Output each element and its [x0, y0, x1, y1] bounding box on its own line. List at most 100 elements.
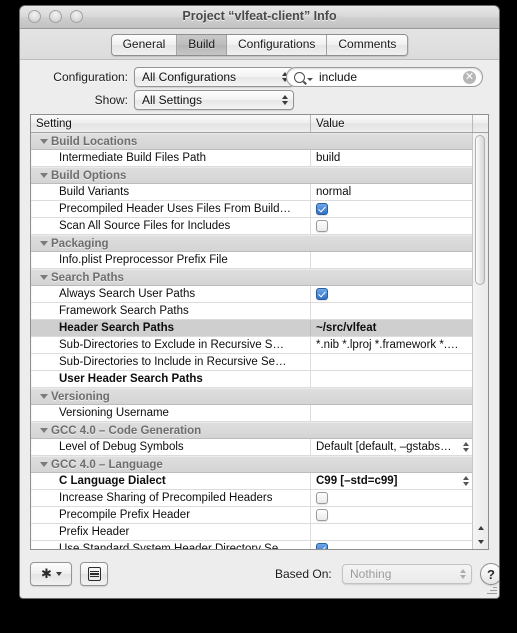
setting-value-text: Default [default, –gstabs…: [316, 441, 452, 453]
resize-grip[interactable]: [485, 584, 497, 596]
setting-name-cell: Precompile Prefix Header: [31, 507, 311, 523]
setting-value-text: normal: [316, 186, 352, 198]
setting-value-cell[interactable]: [311, 507, 473, 523]
settings-group-header[interactable]: Versioning: [31, 388, 473, 405]
setting-value-cell[interactable]: [311, 541, 473, 549]
chevron-down-icon[interactable]: [307, 77, 313, 81]
setting-value-cell[interactable]: [311, 371, 473, 387]
table-row[interactable]: Framework Search Paths: [31, 303, 473, 320]
chevron-updown-icon[interactable]: [463, 442, 469, 452]
settings-group-header[interactable]: Packaging: [31, 235, 473, 252]
table-row[interactable]: Level of Debug Symbols Default [default, …: [31, 439, 473, 456]
search-field[interactable]: include ✕: [286, 67, 483, 87]
setting-value-cell[interactable]: [311, 201, 473, 217]
setting-value-cell[interactable]: normal: [311, 184, 473, 200]
disclosure-triangle-icon[interactable]: [40, 173, 48, 178]
scroll-up-icon[interactable]: [477, 526, 484, 530]
table-row[interactable]: Intermediate Build Files Path build: [31, 150, 473, 167]
settings-group-header[interactable]: Build Locations: [31, 133, 473, 150]
column-header-setting[interactable]: Setting: [31, 115, 311, 132]
settings-group-label: Build Locations: [51, 135, 138, 148]
table-row[interactable]: C Language Dialect C99 [–std=c99]: [31, 473, 473, 490]
setting-value-cell[interactable]: build: [311, 150, 473, 166]
setting-checkbox[interactable]: [316, 543, 328, 549]
configuration-dropdown[interactable]: All Configurations: [134, 67, 294, 87]
disclosure-triangle-icon[interactable]: [40, 428, 48, 433]
setting-checkbox[interactable]: [316, 220, 328, 232]
disclosure-triangle-icon[interactable]: [40, 394, 48, 399]
setting-checkbox[interactable]: [316, 288, 328, 300]
tab-group: General Build Configurations Comments: [110, 34, 409, 56]
setting-checkbox[interactable]: [316, 492, 328, 504]
table-row[interactable]: Versioning Username: [31, 405, 473, 422]
table-scrollbar[interactable]: [472, 133, 488, 549]
setting-value-cell[interactable]: C99 [–std=c99]: [311, 473, 473, 489]
table-row[interactable]: Sub-Directories to Include in Recursive …: [31, 354, 473, 371]
settings-group-label: GCC 4.0 – Code Generation: [51, 424, 202, 437]
settings-group-header[interactable]: Search Paths: [31, 269, 473, 286]
help-button[interactable]: ?: [480, 563, 499, 585]
table-row[interactable]: Sub-Directories to Exclude in Recursive …: [31, 337, 473, 354]
disclosure-triangle-icon[interactable]: [40, 241, 48, 246]
table-row[interactable]: Always Search User Paths: [31, 286, 473, 303]
filter-controls: Configuration: All Configurations Show: …: [20, 60, 499, 114]
table-row[interactable]: Build Variants normal: [31, 184, 473, 201]
table-row[interactable]: Scan All Source Files for Includes: [31, 218, 473, 235]
setting-value-cell[interactable]: [311, 354, 473, 370]
tab-configurations[interactable]: Configurations: [226, 35, 328, 55]
table-row[interactable]: Info.plist Preprocessor Prefix File: [31, 252, 473, 269]
setting-value-cell[interactable]: [311, 252, 473, 268]
table-row[interactable]: Use Standard System Header Directory Se…: [31, 541, 473, 549]
setting-value-cell[interactable]: [311, 405, 473, 421]
table-row[interactable]: Precompile Prefix Header: [31, 507, 473, 524]
setting-value-cell[interactable]: [311, 286, 473, 302]
show-dropdown[interactable]: All Settings: [134, 90, 294, 110]
setting-name-cell: Precompiled Header Uses Files From Build…: [31, 201, 311, 217]
table-row[interactable]: Increase Sharing of Precompiled Headers: [31, 490, 473, 507]
table-row[interactable]: Header Search Paths ~/src/vlfeat: [31, 320, 473, 337]
scrollbar-thumb[interactable]: [475, 135, 485, 285]
table-rows: Build Locations Intermediate Build Files …: [31, 133, 473, 549]
disclosure-triangle-icon[interactable]: [40, 139, 48, 144]
layers-button[interactable]: [80, 562, 108, 586]
setting-value-cell[interactable]: ~/src/vlfeat: [311, 320, 473, 336]
based-on-value: Nothing: [350, 567, 392, 581]
disclosure-triangle-icon[interactable]: [40, 462, 48, 467]
setting-value-cell[interactable]: [311, 218, 473, 234]
table-row[interactable]: User Header Search Paths: [31, 371, 473, 388]
disclosure-triangle-icon[interactable]: [40, 275, 48, 280]
setting-name-cell: Increase Sharing of Precompiled Headers: [31, 490, 311, 506]
setting-value-cell[interactable]: *.nib *.lproj *.framework *.…: [311, 337, 473, 353]
search-input[interactable]: include: [319, 70, 463, 84]
setting-name-cell: Sub-Directories to Include in Recursive …: [31, 354, 311, 370]
configuration-value: All Configurations: [142, 70, 237, 84]
chevron-updown-icon[interactable]: [463, 476, 469, 486]
settings-group-header[interactable]: GCC 4.0 – Language: [31, 456, 473, 473]
setting-name-cell: User Header Search Paths: [31, 371, 311, 387]
based-on-dropdown[interactable]: Nothing: [342, 564, 472, 584]
project-info-window: Project “vlfeat-client” Info General Bui…: [19, 5, 500, 599]
settings-group-header[interactable]: GCC 4.0 – Code Generation: [31, 422, 473, 439]
tab-comments[interactable]: Comments: [327, 35, 408, 55]
stacked-layers-icon: [87, 567, 101, 581]
build-settings-table: Setting Value Build Locations Intermediat…: [30, 114, 489, 550]
clear-search-icon[interactable]: ✕: [463, 70, 476, 84]
tab-build[interactable]: Build: [177, 35, 227, 55]
setting-name-cell: Header Search Paths: [31, 320, 311, 336]
setting-value-cell[interactable]: [311, 524, 473, 540]
setting-value-cell[interactable]: [311, 303, 473, 319]
column-header-value[interactable]: Value: [311, 115, 473, 132]
setting-value-cell[interactable]: [311, 490, 473, 506]
scrollbar-arrows[interactable]: [473, 521, 488, 549]
setting-value-cell[interactable]: Default [default, –gstabs…: [311, 439, 473, 455]
setting-checkbox[interactable]: [316, 509, 328, 521]
setting-value-text: ~/src/vlfeat: [316, 322, 377, 334]
setting-checkbox[interactable]: [316, 203, 328, 215]
settings-group-header[interactable]: Build Options: [31, 167, 473, 184]
column-header-corner: [473, 115, 488, 132]
action-gear-button[interactable]: ✱: [30, 562, 72, 586]
tab-general[interactable]: General: [111, 35, 178, 55]
scroll-down-icon[interactable]: [477, 540, 484, 544]
table-row[interactable]: Prefix Header: [31, 524, 473, 541]
table-row[interactable]: Precompiled Header Uses Files From Build…: [31, 201, 473, 218]
